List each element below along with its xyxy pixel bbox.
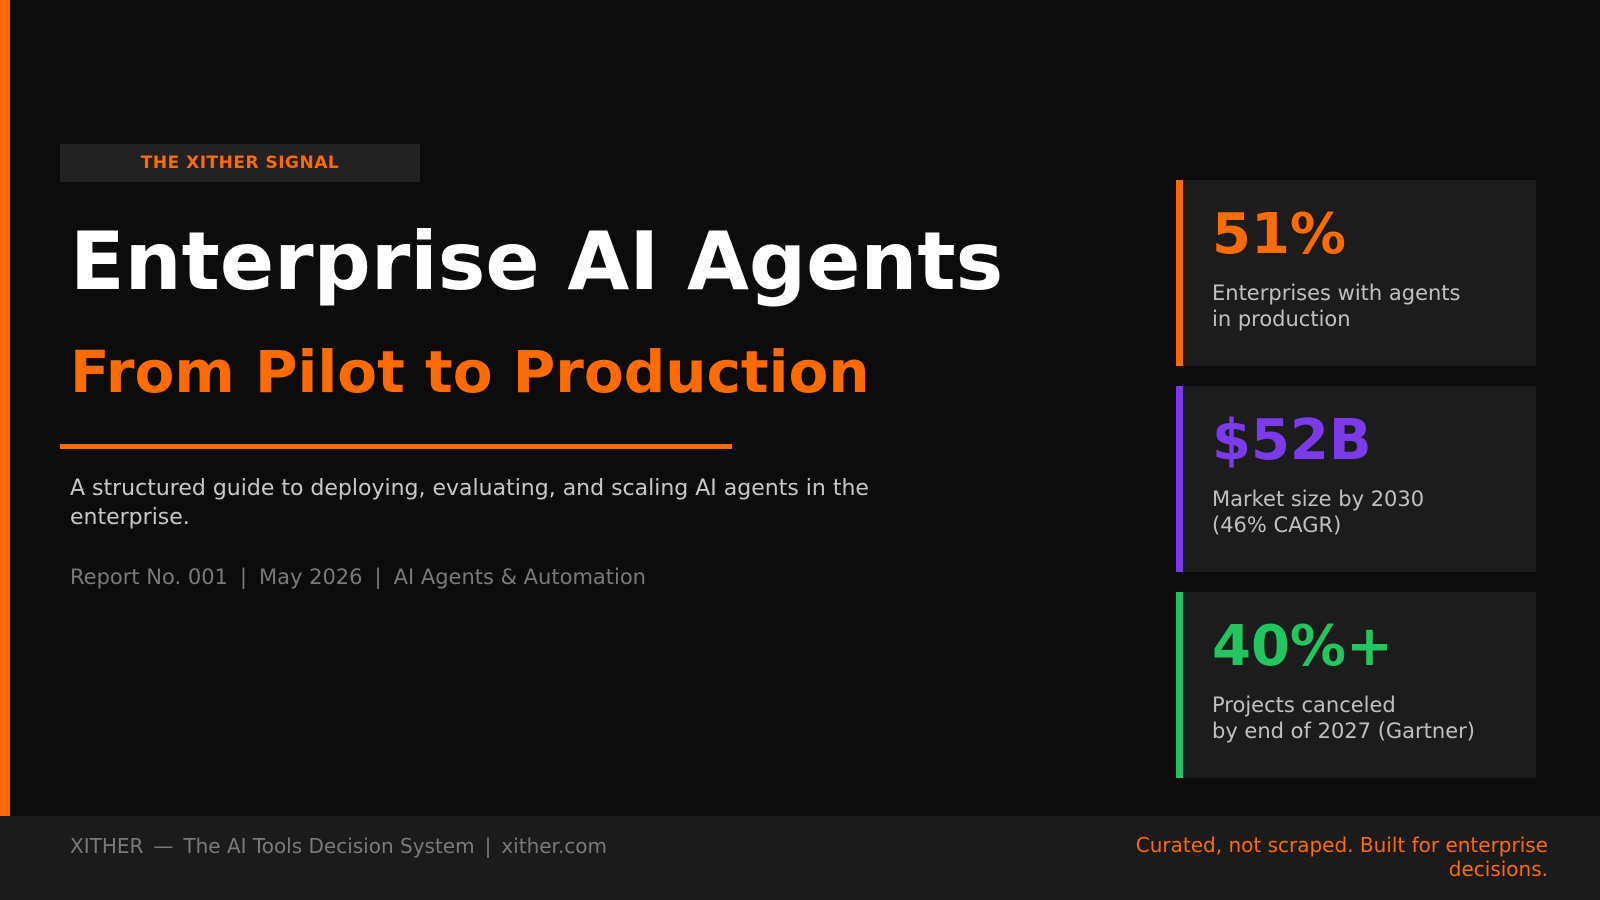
stat-value: $52B xyxy=(1212,408,1372,473)
signal-badge: THE XITHER SIGNAL xyxy=(60,144,420,182)
stat-label-line: Market size by 2030 xyxy=(1212,487,1425,511)
page-subtitle: From Pilot to Production xyxy=(70,338,870,406)
stat-label-line: Enterprises with agents xyxy=(1212,281,1461,305)
stat-accent-bar xyxy=(1176,592,1183,778)
stat-value: 40%+ xyxy=(1212,614,1393,679)
stat-card-adoption: 51% Enterprises with agents in productio… xyxy=(1176,180,1536,366)
left-accent-bar xyxy=(0,0,10,816)
footer-slogan: Curated, not scraped. Built for enterpri… xyxy=(1135,833,1548,881)
footer-tagline: The AI Tools Decision System xyxy=(183,834,475,858)
footer-brand-line: XITHER — The AI Tools Decision System | xith… xyxy=(70,833,607,859)
stat-accent-bar xyxy=(1176,386,1183,572)
stat-card-market-size: $52B Market size by 2030 (46% CAGR) xyxy=(1176,386,1536,572)
stat-accent-bar xyxy=(1176,180,1183,366)
report-number: Report No. 001 xyxy=(70,565,228,589)
stat-value: 51% xyxy=(1212,202,1347,267)
stat-label-line: by end of 2027 (Gartner) xyxy=(1212,719,1475,743)
report-topic: AI Agents & Automation xyxy=(393,565,646,589)
stat-label-line: Projects canceled xyxy=(1212,693,1396,717)
report-cover: THE XITHER SIGNAL Enterprise AI Agents F… xyxy=(0,0,1600,900)
footer-brand: XITHER xyxy=(70,834,144,858)
report-date: May 2026 xyxy=(259,565,363,589)
footer-separator: | xyxy=(484,834,492,858)
page-description: A structured guide to deploying, evaluat… xyxy=(70,476,869,530)
stat-label: Projects canceled by end of 2027 (Gartne… xyxy=(1212,692,1522,744)
footer-url: xither.com xyxy=(501,834,608,858)
report-meta: Report No. 001 | May 2026 | AI Agents & Auto… xyxy=(70,563,646,591)
page-title: Enterprise AI Agents xyxy=(70,215,1004,308)
stat-label: Enterprises with agents in production xyxy=(1212,280,1522,332)
footer-dash: — xyxy=(153,834,174,858)
stat-label-line: in production xyxy=(1212,307,1351,331)
stat-label-line: (46% CAGR) xyxy=(1212,513,1342,537)
meta-separator: | xyxy=(374,565,382,589)
footer: XITHER — The AI Tools Decision System | xith… xyxy=(0,816,1600,900)
title-divider xyxy=(60,444,732,449)
stat-label: Market size by 2030 (46% CAGR) xyxy=(1212,486,1522,538)
meta-separator: | xyxy=(239,565,247,589)
stat-card-cancellations: 40%+ Projects canceled by end of 2027 (G… xyxy=(1176,592,1536,778)
